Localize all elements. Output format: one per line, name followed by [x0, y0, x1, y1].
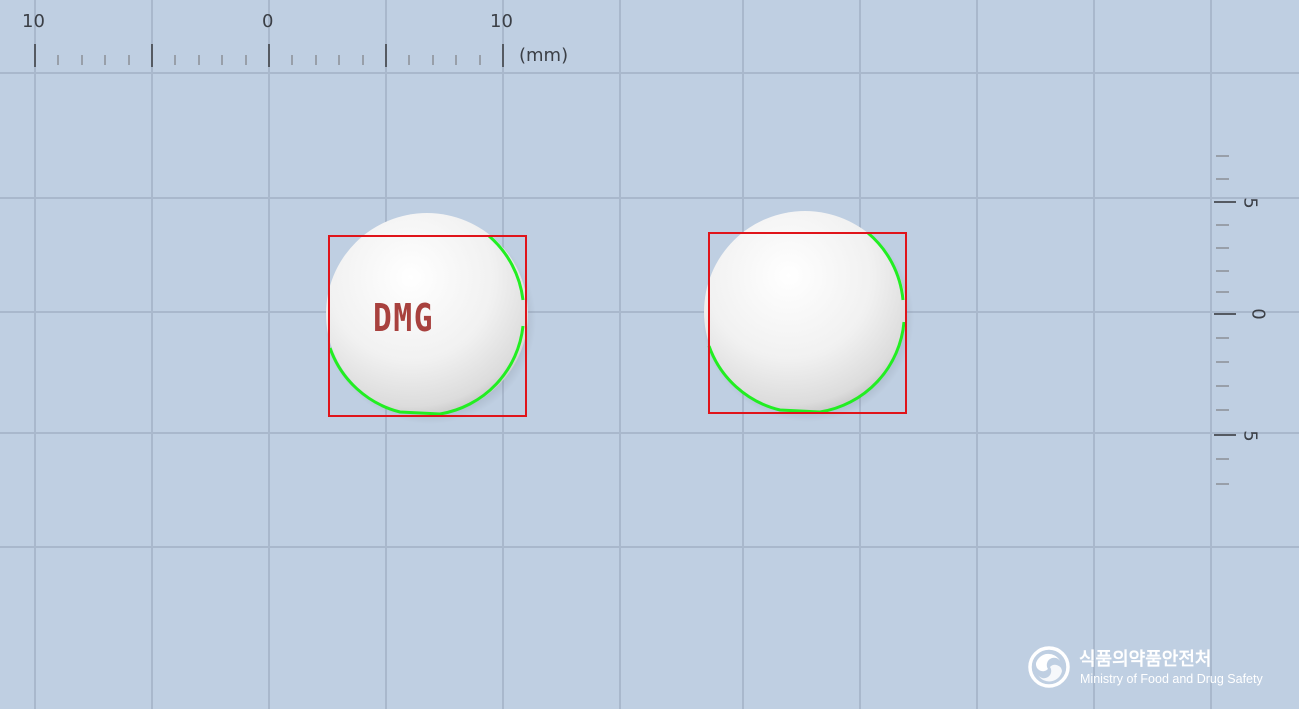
logo-korean-text: 식품의약품안전처 [1079, 649, 1212, 670]
top-ruler-label-left: 10 [22, 11, 45, 32]
background-grid [0, 0, 1299, 709]
top-ruler-ticks [34, 44, 504, 67]
right-ruler-label-center: 0 [1247, 308, 1269, 320]
right-ruler-label-bottom: 5 [1239, 430, 1261, 442]
pill-imprint: DMG [373, 296, 435, 340]
right-ruler-label-top: 5 [1239, 197, 1261, 209]
pill-photo-canvas [0, 0, 1299, 709]
taegeuk-swirl-icon [1028, 646, 1070, 688]
top-ruler-unit: (mm) [519, 45, 569, 66]
pill-back [702, 211, 914, 422]
logo-english-text: Ministry of Food and Drug Safety [1080, 672, 1263, 686]
top-ruler-label-right: 10 [490, 11, 513, 32]
right-ruler-ticks [1214, 155, 1236, 485]
top-ruler-label-center: 0 [262, 11, 274, 32]
